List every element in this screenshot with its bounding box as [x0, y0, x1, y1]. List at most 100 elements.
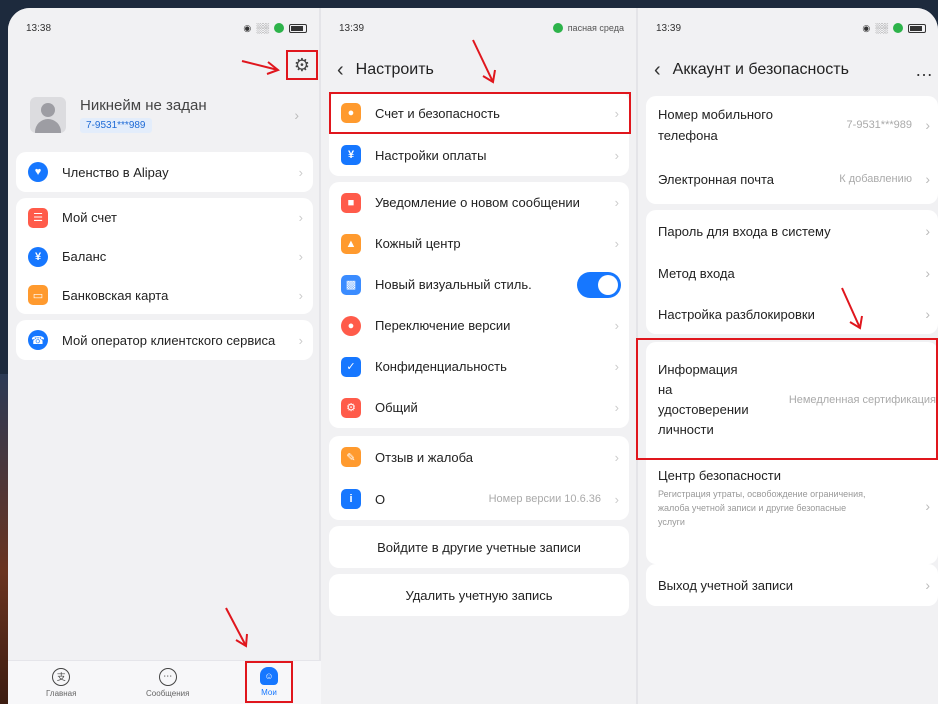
- back-arrow-icon[interactable]: ‹: [337, 59, 344, 82]
- menu-item-label: Переключение версии: [375, 318, 511, 333]
- settings-gear-button[interactable]: ⚙: [286, 50, 318, 80]
- membership-icon: ♥: [28, 162, 48, 182]
- menu-item-email[interactable]: Электронная почта К добавлению ›: [646, 154, 938, 204]
- about-card: ✎ Отзыв и жалоба › i О Номер версии 10.6…: [329, 436, 629, 520]
- menu-item-payment-settings[interactable]: ¥ Настройки оплаты ›: [329, 134, 629, 176]
- phone-value: 7-9531***989: [846, 119, 912, 131]
- menu-item-label: Уведомление о новом сообщении: [375, 195, 580, 210]
- menu-item-notifications[interactable]: ■ Уведомление о новом сообщении ›: [329, 182, 629, 223]
- menu-item-label: Настройки оплаты: [375, 147, 487, 163]
- menu-item-general[interactable]: ⚙ Общий ›: [329, 387, 629, 428]
- security-center-description: услуги: [658, 517, 685, 527]
- menu-item-label: Мой оператор клиентского сервиса: [62, 332, 276, 348]
- chevron-right-icon: ›: [925, 265, 930, 281]
- chevron-right-icon: ›: [925, 498, 930, 514]
- menu-item-label: Новый визуальный стиль.: [375, 277, 532, 292]
- menu-item-label: телефона: [658, 128, 718, 143]
- nickname: Никнейм не задан: [80, 97, 207, 114]
- chevron-right-icon: ›: [614, 147, 619, 163]
- shield-icon: [552, 23, 563, 33]
- account-security-screen: 13:39 ◉ ░░ ‹ Аккаунт и безопасность … Но…: [636, 8, 938, 704]
- menu-item-about[interactable]: i О Номер версии 10.6.36 ›: [329, 478, 629, 520]
- info-icon: i: [341, 489, 361, 509]
- profile-header[interactable]: Никнейм не задан 7-9531***989 ›: [16, 86, 313, 144]
- gear-icon: ⚙: [341, 397, 361, 418]
- login-card: Пароль для входа в систему › Метод входа…: [646, 210, 938, 334]
- palette-icon: ▩: [341, 274, 361, 295]
- alarm-icon: ◉: [243, 22, 252, 33]
- status-time: 13:38: [26, 22, 52, 34]
- finance-card: ☰ Мой счет › ¥ Баланс › ▭ Банковская кар…: [16, 198, 313, 314]
- screenshot-collage: 13:38 ◉ ░░ ⚙ Никнейм не задан 7-9531***9…: [8, 8, 938, 704]
- network-status: пасная среда: [567, 23, 624, 33]
- bell-icon: ■: [341, 192, 361, 213]
- menu-item-support[interactable]: ☎ Мой оператор клиентского сервиса ›: [16, 320, 313, 360]
- tab-messages[interactable]: ⋯ Сообщения: [115, 661, 222, 704]
- tab-home[interactable]: 支 Главная: [8, 661, 115, 704]
- chevron-right-icon: ›: [614, 491, 619, 507]
- person-icon: ☺: [260, 667, 278, 685]
- menu-item-phone[interactable]: Номер мобильного телефона 7-9531***989 ›: [646, 96, 938, 154]
- gear-icon: ⚙: [293, 54, 311, 75]
- menu-item-membership[interactable]: ♥ Членство в Alipay ›: [16, 152, 313, 192]
- bank-card-icon: ▭: [28, 285, 48, 305]
- highlight-box: [636, 338, 938, 460]
- menu-item-feedback[interactable]: ✎ Отзыв и жалоба ›: [329, 436, 629, 478]
- contact-card: Номер мобильного телефона 7-9531***989 ›…: [646, 96, 938, 204]
- security-center-description: жалоба учетной записи и другие безопасны…: [658, 503, 847, 513]
- tab-label: Главная: [46, 688, 77, 698]
- menu-item-unlock-settings[interactable]: Настройка разблокировки ›: [646, 294, 938, 334]
- shield-check-icon: ✓: [341, 356, 361, 377]
- menu-item-label: Номер мобильного: [658, 107, 773, 122]
- menu-item-label: Мой счет: [62, 210, 117, 225]
- delete-account-button[interactable]: Удалить учетную запись: [329, 574, 629, 616]
- signal-icon: ░░: [875, 23, 888, 33]
- menu-item-label: Отзыв и жалоба: [375, 449, 474, 465]
- headset-icon: ☎: [28, 330, 48, 350]
- switch-account-button[interactable]: Войдите в другие учетные записи: [329, 526, 629, 568]
- version-number: Номер версии 10.6.36: [488, 493, 601, 505]
- menu-item-label: О: [375, 491, 386, 507]
- shirt-icon: ▲: [341, 233, 361, 254]
- menu-item-login-method[interactable]: Метод входа ›: [646, 252, 938, 294]
- feedback-icon: ✎: [341, 447, 361, 467]
- status-icons: пасная среда: [552, 23, 624, 33]
- menu-item-label: Конфиденциальность: [375, 359, 507, 374]
- visual-style-toggle[interactable]: [577, 271, 621, 298]
- chevron-right-icon: ›: [614, 236, 619, 251]
- red-arrow-annotation: [225, 607, 248, 648]
- settings-screen: 13:39 пасная среда ‹ Настроить ● Счет и …: [321, 8, 638, 704]
- chevron-right-icon: ›: [294, 107, 299, 123]
- nav-bar: ‹ Аккаунт и безопасность …: [638, 48, 938, 92]
- menu-item-skin-center[interactable]: ▲ Кожный центр ›: [329, 223, 629, 264]
- alipay-home-icon: 支: [52, 667, 71, 686]
- account-icon: ☰: [28, 207, 48, 228]
- back-arrow-icon[interactable]: ‹: [654, 59, 661, 82]
- chevron-right-icon: ›: [298, 332, 303, 348]
- general-settings-card: ■ Уведомление о новом сообщении › ▲ Кожн…: [329, 182, 629, 428]
- page-title: Аккаунт и безопасность: [672, 61, 849, 78]
- membership-card: ♥ Членство в Alipay ›: [16, 152, 313, 192]
- menu-item-logout[interactable]: Выход учетной записи ›: [646, 564, 938, 606]
- page-title: Настроить: [355, 61, 434, 78]
- menu-item-label: Кожный центр: [375, 236, 461, 251]
- logout-card: Выход учетной записи ›: [646, 564, 938, 606]
- more-icon[interactable]: …: [915, 60, 934, 81]
- menu-item-my-account[interactable]: ☰ Мой счет ›: [16, 198, 313, 237]
- payment-icon: ¥: [341, 145, 361, 165]
- menu-item-privacy[interactable]: ✓ Конфиденциальность ›: [329, 346, 629, 387]
- battery-icon: [908, 23, 926, 33]
- status-time: 13:39: [339, 22, 365, 34]
- menu-item-security-center[interactable]: Центр безопасности Регистрация утраты, о…: [646, 458, 938, 554]
- tab-mine[interactable]: ☺ Мои: [245, 661, 293, 703]
- menu-item-label: Выход учетной записи: [658, 577, 794, 593]
- status-icons: ◉ ░░: [862, 23, 926, 34]
- highlight-box: [329, 92, 631, 134]
- chevron-right-icon: ›: [298, 287, 303, 303]
- menu-item-bank-card[interactable]: ▭ Банковская карта ›: [16, 276, 313, 314]
- menu-item-version-switch[interactable]: ● Переключение версии ›: [329, 305, 629, 346]
- menu-item-visual-style[interactable]: ▩ Новый визуальный стиль.: [329, 264, 629, 305]
- menu-item-login-password[interactable]: Пароль для входа в систему ›: [646, 210, 938, 252]
- chevron-right-icon: ›: [298, 210, 303, 225]
- menu-item-balance[interactable]: ¥ Баланс ›: [16, 237, 313, 276]
